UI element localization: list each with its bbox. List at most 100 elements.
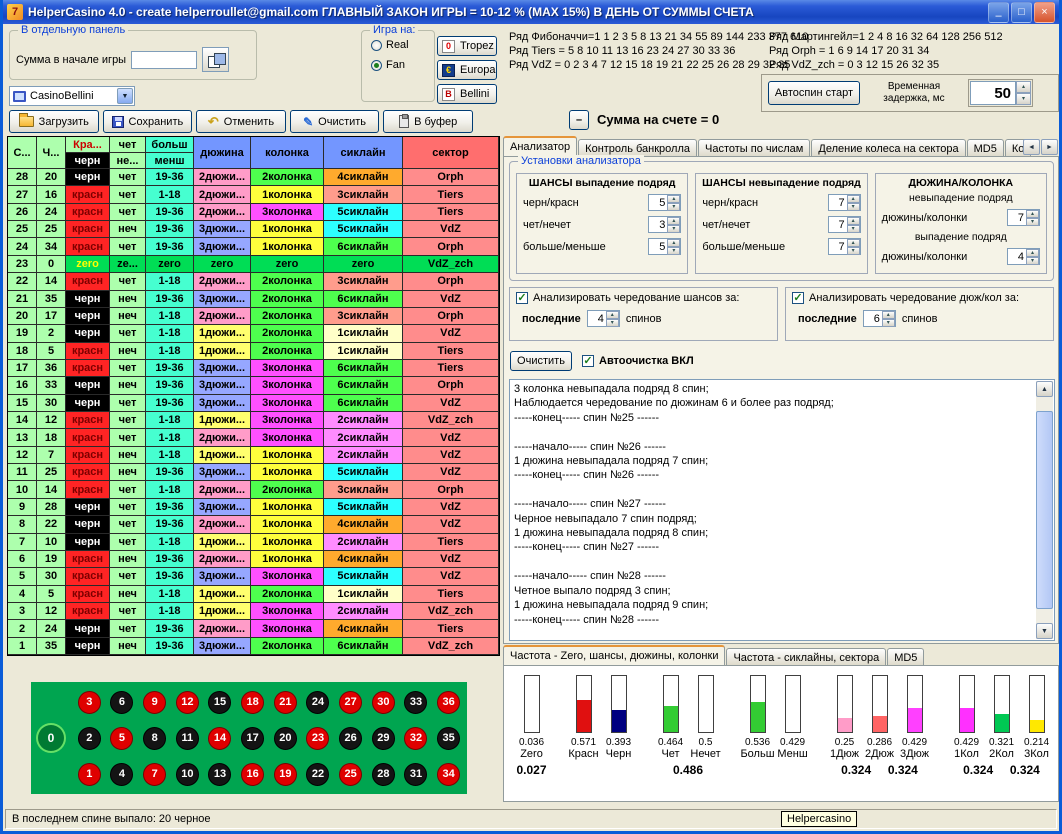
scroll-up-button[interactable]: ▲ — [1036, 381, 1053, 397]
title-bar[interactable]: 7 HelperCasino 4.0 - create helperroulle… — [3, 0, 1059, 24]
table-row[interactable]: 710чернчет1-181дюжи...1колонка2сиклайнTi… — [8, 534, 499, 551]
load-button[interactable]: Загрузить — [9, 110, 99, 133]
board-number-31[interactable]: 31 — [404, 763, 427, 786]
board-number-2[interactable]: 2 — [78, 727, 101, 750]
table-row[interactable]: 928чернчет19-363дюжи...1колонка5сиклайнV… — [8, 499, 499, 516]
delay-down-button[interactable]: ▾ — [1016, 93, 1031, 105]
table-row[interactable]: 530краснчет19-363дюжи...3колонка5сиклайн… — [8, 568, 499, 585]
spin-up-button[interactable]: ▴ — [1026, 249, 1039, 257]
spin-up-button[interactable]: ▴ — [882, 311, 895, 319]
board-number-12[interactable]: 12 — [176, 691, 199, 714]
last-dozens-spinner[interactable]: 6▴▾ — [863, 310, 896, 327]
board-number-1[interactable]: 1 — [78, 763, 101, 786]
tab-3[interactable]: Частоты по числам — [698, 139, 810, 157]
black-red-miss-spinner[interactable]: 7▴▾ — [828, 194, 861, 211]
spin-up-button[interactable]: ▴ — [667, 239, 680, 247]
table-row[interactable]: 822чернчет19-362дюжи...1колонка4сиклайнV… — [8, 516, 499, 533]
tab-1[interactable]: Анализатор — [503, 136, 577, 157]
spin-down-button[interactable]: ▾ — [667, 203, 680, 211]
delay-up-button[interactable]: ▴ — [1016, 81, 1031, 93]
board-number-26[interactable]: 26 — [339, 727, 362, 750]
table-row[interactable]: 45красннеч1-181дюжи...2колонка1сиклайнTi… — [8, 586, 499, 603]
board-number-9[interactable]: 9 — [143, 691, 166, 714]
collapse-button[interactable]: – — [569, 110, 589, 130]
casino-button-europa[interactable]: €Europa — [437, 60, 497, 80]
spin-down-button[interactable]: ▾ — [847, 203, 860, 211]
spin-up-button[interactable]: ▴ — [847, 195, 860, 203]
board-number-5[interactable]: 5 — [110, 727, 133, 750]
table-row[interactable]: 2525красннеч19-363дюжи...1колонка5сиклай… — [8, 221, 499, 238]
spin-down-button[interactable]: ▾ — [882, 319, 895, 327]
minimize-button[interactable]: – — [988, 2, 1009, 23]
board-number-28[interactable]: 28 — [372, 763, 395, 786]
spin-down-button[interactable]: ▾ — [1026, 257, 1039, 265]
analyze-dozens-checkbox[interactable] — [792, 292, 804, 304]
table-row[interactable]: 1412краснчет1-181дюжи...3колонка2сиклайн… — [8, 412, 499, 429]
table-row[interactable]: 127красннеч1-181дюжи...1колонка2сиклайнV… — [8, 447, 499, 464]
even-odd-miss-spinner[interactable]: 7▴▾ — [828, 216, 861, 233]
maximize-button[interactable]: □ — [1011, 2, 1032, 23]
board-zero[interactable]: 0 — [38, 725, 64, 751]
copy-buffer-button[interactable]: В буфер — [383, 110, 473, 133]
board-number-30[interactable]: 30 — [372, 691, 395, 714]
table-row[interactable]: 135черннеч19-363дюжи...2колонка6сиклайнV… — [8, 638, 499, 655]
board-number-15[interactable]: 15 — [208, 691, 231, 714]
start-sum-input[interactable] — [131, 51, 197, 69]
board-number-7[interactable]: 7 — [143, 763, 166, 786]
board-number-29[interactable]: 29 — [372, 727, 395, 750]
combo-dropdown-arrow[interactable]: ▼ — [117, 88, 133, 104]
table-row[interactable]: 1633черннеч19-363дюжи...3колонка6сиклайн… — [8, 377, 499, 394]
scroll-track[interactable] — [1036, 397, 1053, 623]
casino-button-tropez[interactable]: 0Tropez — [437, 36, 497, 56]
radio-real[interactable]: Real — [371, 39, 434, 51]
table-row[interactable]: 230zeroze...zerozerozerozeroVdZ_zch — [8, 256, 499, 273]
table-row[interactable]: 2716краснчет1-182дюжи...1колонка3сиклайн… — [8, 186, 499, 203]
spin-up-button[interactable]: ▴ — [606, 311, 619, 319]
table-row[interactable]: 2624краснчет19-362дюжи...3колонка5сиклай… — [8, 204, 499, 221]
table-row[interactable]: 312краснчет1-181дюжи...3колонка2сиклайнV… — [8, 603, 499, 620]
table-row[interactable]: 185красннеч1-181дюжи...2колонка1сиклайнT… — [8, 343, 499, 360]
board-number-11[interactable]: 11 — [176, 727, 199, 750]
casino-button-bellini[interactable]: BBellini — [437, 84, 497, 104]
black-red-hit-spinner[interactable]: 5▴▾ — [648, 194, 681, 211]
tab-scroll-right-button[interactable]: ► — [1041, 139, 1058, 155]
spin-down-button[interactable]: ▾ — [1026, 218, 1039, 226]
board-number-13[interactable]: 13 — [208, 763, 231, 786]
board-number-4[interactable]: 4 — [110, 763, 133, 786]
board-number-17[interactable]: 17 — [241, 727, 264, 750]
log-scrollbar[interactable]: ▲ ▼ — [1036, 381, 1053, 639]
board-number-24[interactable]: 24 — [306, 691, 329, 714]
autoclear-checkbox[interactable] — [582, 355, 594, 367]
board-number-34[interactable]: 34 — [437, 763, 460, 786]
spin-down-button[interactable]: ▾ — [847, 247, 860, 255]
radio-real-icon[interactable] — [371, 40, 382, 51]
high-low-miss-spinner[interactable]: 7▴▾ — [828, 238, 861, 255]
analyze-chances-checkbox[interactable] — [516, 292, 528, 304]
board-number-16[interactable]: 16 — [241, 763, 264, 786]
board-number-23[interactable]: 23 — [306, 727, 329, 750]
board-number-8[interactable]: 8 — [143, 727, 166, 750]
table-row[interactable]: 1318краснчет1-182дюжи...3колонка2сиклайн… — [8, 429, 499, 446]
casino-select[interactable]: CasinoBellini ▼ — [9, 86, 135, 106]
table-row[interactable]: 1014краснчет1-182дюжи...2колонка3сиклайн… — [8, 481, 499, 498]
table-row[interactable]: 1736краснчет19-363дюжи...3колонка6сиклай… — [8, 360, 499, 377]
board-number-25[interactable]: 25 — [339, 763, 362, 786]
table-row[interactable]: 1125красннеч19-363дюжи...1колонка5сиклай… — [8, 464, 499, 481]
table-row[interactable]: 1530чернчет19-363дюжи...3колонка6сиклайн… — [8, 395, 499, 412]
table-row[interactable]: 2214краснчет1-182дюжи...2колонка3сиклайн… — [8, 273, 499, 290]
board-number-10[interactable]: 10 — [176, 763, 199, 786]
spin-up-button[interactable]: ▴ — [667, 217, 680, 225]
spin-down-button[interactable]: ▾ — [667, 225, 680, 233]
freq-tab-3[interactable]: MD5 — [887, 648, 924, 666]
board-number-22[interactable]: 22 — [306, 763, 329, 786]
board-number-27[interactable]: 27 — [339, 691, 362, 714]
table-row[interactable]: 192чернчет1-181дюжи...2колонка1сиклайнVd… — [8, 325, 499, 342]
spin-up-button[interactable]: ▴ — [847, 239, 860, 247]
spin-up-button[interactable]: ▴ — [1026, 210, 1039, 218]
dozen-hit-spinner[interactable]: 4▴▾ — [1007, 248, 1040, 265]
spin-down-button[interactable]: ▾ — [847, 225, 860, 233]
delay-input[interactable]: 50 — [970, 81, 1016, 105]
table-row[interactable]: 2820чернчет19-362дюжи...2колонка4сиклайн… — [8, 169, 499, 186]
dozen-miss-spinner[interactable]: 7▴▾ — [1007, 209, 1040, 226]
tab-scroll-left-button[interactable]: ◄ — [1023, 139, 1040, 155]
